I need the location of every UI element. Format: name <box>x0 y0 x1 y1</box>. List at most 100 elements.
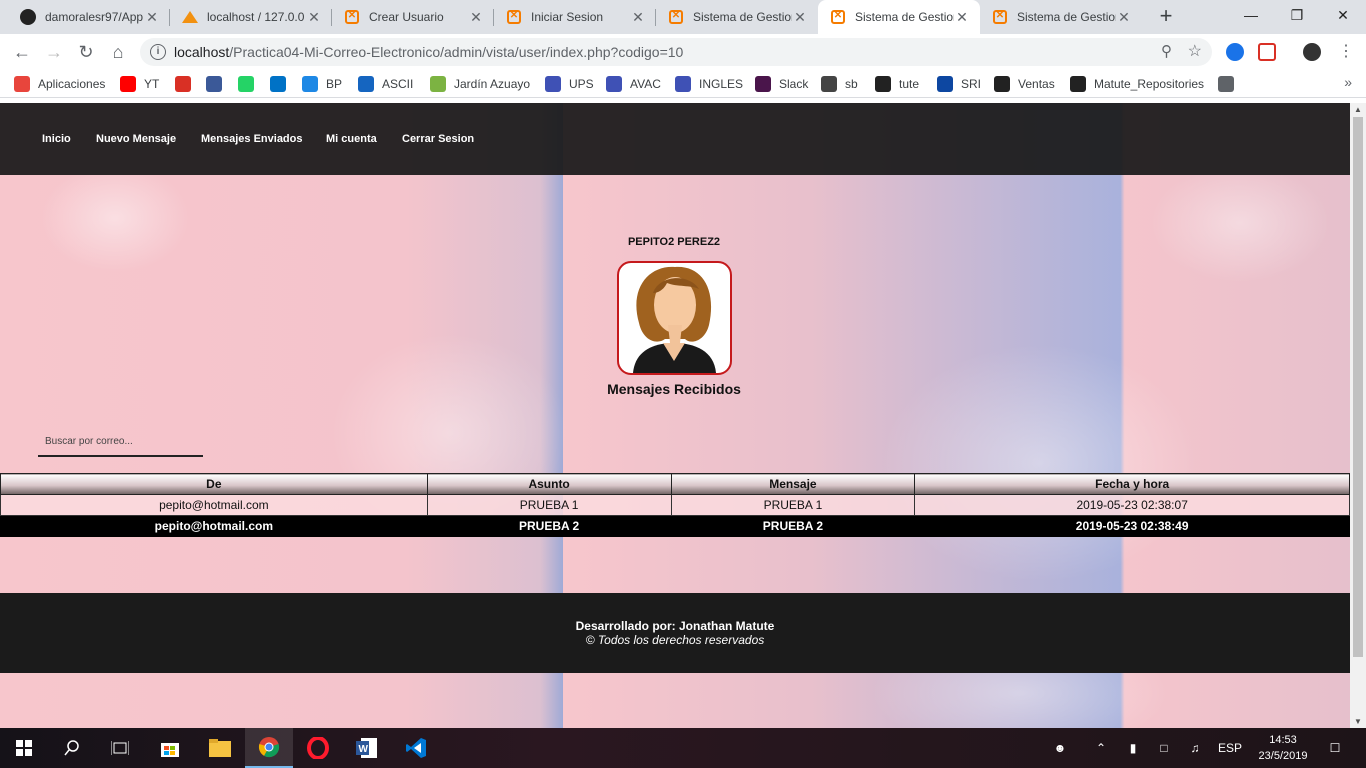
pdf-extension-icon[interactable] <box>1258 43 1276 61</box>
avac-icon <box>606 76 622 92</box>
bookmark-item[interactable]: YT <box>120 75 159 93</box>
people-icon[interactable]: ☻ <box>1048 728 1072 768</box>
nav-cerrar-sesion[interactable]: Cerrar Sesion <box>402 133 474 145</box>
table-row[interactable]: pepito@hotmail.com PRUEBA 1 PRUEBA 1 201… <box>0 494 1350 516</box>
back-arrow-icon[interactable]: ← <box>10 40 34 64</box>
bookmark-item[interactable]: Matute_Repositories <box>1070 75 1204 93</box>
language-indicator[interactable]: ESP <box>1214 728 1246 768</box>
table-row[interactable]: pepito@hotmail.com PRUEBA 2 PRUEBA 2 201… <box>0 515 1350 537</box>
reload-icon[interactable]: ↻ <box>74 40 98 64</box>
vscode-icon[interactable] <box>392 728 440 768</box>
bookmark-item[interactable] <box>175 75 199 93</box>
bookmark-star-icon[interactable]: ☆ <box>1188 41 1202 61</box>
menu-icon[interactable]: ⋮ <box>1334 40 1358 64</box>
url-text[interactable]: localhost/Practica04-Mi-Correo-Electroni… <box>174 38 683 66</box>
minimize-button[interactable]: — <box>1228 0 1274 30</box>
tray-expand-icon[interactable]: ⌃ <box>1090 728 1112 768</box>
bookmarks-overflow-icon[interactable]: » <box>1344 74 1352 90</box>
nav-mensajes-enviados[interactable]: Mensajes Enviados <box>201 133 303 145</box>
bookmark-item[interactable] <box>270 75 294 93</box>
home-icon[interactable]: ⌂ <box>106 40 130 64</box>
bookmark-item[interactable]: BP <box>302 75 342 93</box>
bookmark-item[interactable] <box>238 75 262 93</box>
search-by-email-input[interactable] <box>38 427 203 457</box>
whatsapp-icon <box>238 76 254 92</box>
close-icon[interactable]: ✕ <box>792 9 808 25</box>
tab-phpmyadmin[interactable]: localhost / 127.0.0 ✕ <box>170 0 332 34</box>
nav-mi-cuenta[interactable]: Mi cuenta <box>326 133 377 145</box>
bookmark-item[interactable]: Jardín Azuayo <box>430 75 530 93</box>
close-icon[interactable]: ✕ <box>144 9 160 25</box>
scroll-down-icon[interactable]: ▼ <box>1350 717 1366 726</box>
phpmyadmin-icon <box>182 9 198 25</box>
windows-start-icon[interactable] <box>0 728 48 768</box>
scroll-up-icon[interactable]: ▲ <box>1350 105 1366 114</box>
info-icon[interactable]: i <box>150 44 166 60</box>
tab-sistema-gestion-1[interactable]: Sistema de Gestion ✕ <box>656 0 818 34</box>
close-icon[interactable]: ✕ <box>954 9 970 25</box>
bookmark-item[interactable] <box>206 75 230 93</box>
palm-leaf-decoration <box>880 343 1200 583</box>
close-icon[interactable]: ✕ <box>1116 9 1132 25</box>
battery-icon[interactable]: ▮ <box>1122 728 1144 768</box>
column-header-mensaje[interactable]: Mensaje <box>670 473 916 495</box>
tab-title: damoralesr97/App <box>45 10 144 24</box>
search-icon[interactable] <box>48 728 96 768</box>
close-icon[interactable]: ✕ <box>468 9 484 25</box>
window-close-button[interactable]: ✕ <box>1320 0 1366 30</box>
tab-title: Sistema de Gestion <box>1017 10 1116 24</box>
bookmark-item[interactable]: UPS <box>545 75 594 93</box>
store-icon[interactable] <box>146 728 194 768</box>
new-tab-button[interactable]: + <box>1153 4 1179 30</box>
nav-nuevo-mensaje[interactable]: Nuevo Mensaje <box>96 133 176 145</box>
bookmark-item[interactable]: tute <box>875 75 919 93</box>
system-clock[interactable]: 14:53 23/5/2019 <box>1248 732 1318 764</box>
opera-icon[interactable] <box>294 728 342 768</box>
extension-icon[interactable] <box>1226 43 1244 61</box>
clock-time: 14:53 <box>1269 734 1297 746</box>
column-header-de[interactable]: De <box>0 473 428 495</box>
bookmark-label: Slack <box>779 77 809 91</box>
maximize-button[interactable]: ❐ <box>1274 0 1320 30</box>
bookmark-item[interactable]: Aplicaciones <box>14 75 105 93</box>
tab-github[interactable]: damoralesr97/App ✕ <box>8 0 170 34</box>
bookmark-item[interactable]: sb <box>821 75 858 93</box>
tab-sistema-gestion-active[interactable]: Sistema de Gestion ✕ <box>818 0 980 34</box>
close-icon[interactable]: ✕ <box>306 9 322 25</box>
word-icon[interactable]: W <box>343 728 391 768</box>
scrollbar-thumb[interactable] <box>1353 117 1363 657</box>
bookmark-item[interactable]: ASCII <box>358 75 413 93</box>
column-header-fecha[interactable]: Fecha y hora <box>914 473 1350 495</box>
tab-iniciar-sesion[interactable]: Iniciar Sesion ✕ <box>494 0 656 34</box>
task-view-icon[interactable] <box>96 728 144 768</box>
tab-crear-usuario[interactable]: Crear Usuario ✕ <box>332 0 494 34</box>
palm-leaf-decoration <box>1150 163 1330 283</box>
section-title: Mensajes Recibidos <box>607 381 741 397</box>
chrome-icon[interactable] <box>245 728 293 768</box>
forward-arrow-icon[interactable]: → <box>42 40 66 64</box>
bookmark-item[interactable]: INGLES <box>675 75 743 93</box>
address-bar[interactable]: i localhost/Practica04-Mi-Correo-Electro… <box>140 38 1212 66</box>
zoom-icon[interactable]: ⚲ <box>1161 42 1172 60</box>
close-icon[interactable]: ✕ <box>630 9 646 25</box>
notifications-icon[interactable]: ☐ <box>1320 728 1350 768</box>
outlook-icon <box>270 76 286 92</box>
network-icon[interactable]: □ <box>1152 728 1176 768</box>
facebook-icon <box>206 76 222 92</box>
page-scrollbar[interactable]: ▲ ▼ <box>1350 103 1366 728</box>
tab-sistema-gestion-3[interactable]: Sistema de Gestion ✕ <box>980 0 1142 34</box>
xampp-icon <box>830 9 846 25</box>
column-header-asunto[interactable]: Asunto <box>426 473 672 495</box>
bookmark-item[interactable]: Slack <box>755 75 808 93</box>
volume-icon[interactable]: ♫ <box>1184 728 1206 768</box>
bookmark-item[interactable]: Ventas <box>994 75 1055 93</box>
bookmark-item[interactable] <box>1218 75 1242 93</box>
bookmark-item[interactable]: SRI <box>937 75 981 93</box>
profile-avatar[interactable] <box>1303 43 1321 61</box>
file-explorer-icon[interactable] <box>196 728 244 768</box>
nav-inicio[interactable]: Inicio <box>42 133 71 145</box>
bookmark-item[interactable]: AVAC <box>606 75 661 93</box>
site-navigation: Inicio Nuevo Mensaje Mensajes Enviados M… <box>0 103 1350 175</box>
bookmark-label: Aplicaciones <box>38 77 106 91</box>
tab-title: localhost / 127.0.0 <box>207 10 305 24</box>
